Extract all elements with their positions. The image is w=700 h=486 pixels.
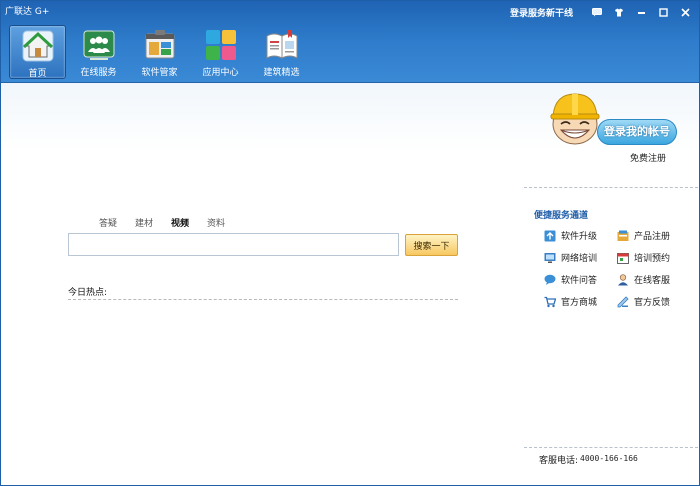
nav-label: 首页 [28,69,47,79]
quick-item-customer-service[interactable]: 在线客服 [617,273,670,286]
hotline-number: 4000-166-166 [580,454,638,463]
tab-qa[interactable]: 答疑 [99,216,117,229]
quick-item-label: 官方商城 [561,298,598,308]
search-input[interactable] [68,233,399,256]
hot-topics-divider [68,299,458,300]
quick-item-label: 产品注册 [634,232,671,242]
close-icon[interactable] [677,6,693,18]
quick-item-official-shop[interactable]: 官方商城 [544,295,597,308]
building-picks-icon [266,30,297,59]
window-controls: 登录服务新干线 [510,5,693,19]
quick-item-product-register[interactable]: 产品注册 [617,229,670,242]
skin-icon[interactable] [611,6,627,18]
tab-documents[interactable]: 资料 [207,216,225,229]
message-icon[interactable] [589,6,605,18]
nav-item-online-service[interactable]: 在线服务 [70,25,127,79]
main-nav: 首页 在线服务 软件管家 应用中心 建筑精选 [9,25,314,81]
tab-video[interactable]: 视频 [171,216,189,229]
nav-item-home[interactable]: 首页 [9,25,66,79]
maximize-icon[interactable] [655,6,671,18]
nav-label: 软件管家 [141,68,178,78]
nav-item-app-center[interactable]: 应用中心 [192,25,249,79]
quick-item-label: 培训预约 [634,254,671,264]
app-window: 广联达 G+ 登录服务新干线 首页 在线服务 软件管家 应用中心 建筑精选 答疑… [0,0,700,486]
qa-bubble-icon [544,274,556,285]
online-training-icon [544,252,556,263]
quick-item-official-feedback[interactable]: 官方反馈 [617,295,670,308]
product-register-icon [617,230,629,241]
quick-item-label: 在线客服 [634,276,671,286]
quick-item-online-training[interactable]: 网络培训 [544,251,597,264]
quick-item-software-qa[interactable]: 软件问答 [544,273,597,286]
customer-service-icon [618,273,628,285]
login-account-button[interactable]: 登录我的帐号 [597,119,677,145]
search-button[interactable]: 搜索一下 [405,234,458,256]
quick-item-label: 网络培训 [561,254,598,264]
search-tabs: 答疑 建材 视频 资料 [99,216,243,229]
nav-label: 建筑精选 [263,68,300,78]
nav-label: 应用中心 [202,68,239,78]
shop-cart-icon [544,296,556,307]
top-toolbar: 广联达 G+ 登录服务新干线 首页 在线服务 软件管家 应用中心 建筑精选 [1,1,699,83]
panel-divider [524,447,698,448]
home-icon [22,30,53,62]
mascot-avatar-icon [550,93,600,145]
tab-materials[interactable]: 建材 [135,216,153,229]
quick-item-label: 官方反馈 [634,298,671,308]
nav-item-software-manager[interactable]: 软件管家 [131,25,188,79]
hot-topics-label: 今日热点: [68,288,108,298]
app-title: 广联达 G+ [5,7,50,17]
quick-item-label: 软件升级 [561,232,598,242]
service-hotline: 客服电话: 4000-166-166 [539,453,638,466]
feedback-icon [617,295,629,307]
quick-item-software-upgrade[interactable]: 软件升级 [544,229,597,242]
online-service-icon [83,30,114,60]
nav-label: 在线服务 [80,68,117,78]
quick-services-title: 便捷服务通道 [534,211,589,221]
nav-item-building-picks[interactable]: 建筑精选 [253,25,310,79]
hotline-label: 客服电话: [539,456,579,466]
free-register-link[interactable]: 免费注册 [630,151,666,164]
app-center-icon [205,30,236,60]
training-booking-icon [617,252,629,264]
software-manager-icon [145,30,174,59]
quick-item-training-booking[interactable]: 培训预约 [617,251,670,264]
login-service-link[interactable]: 登录服务新干线 [510,6,573,19]
panel-divider [524,187,698,188]
minimize-icon[interactable] [633,6,649,18]
upgrade-icon [544,230,556,241]
quick-item-label: 软件问答 [561,276,598,286]
